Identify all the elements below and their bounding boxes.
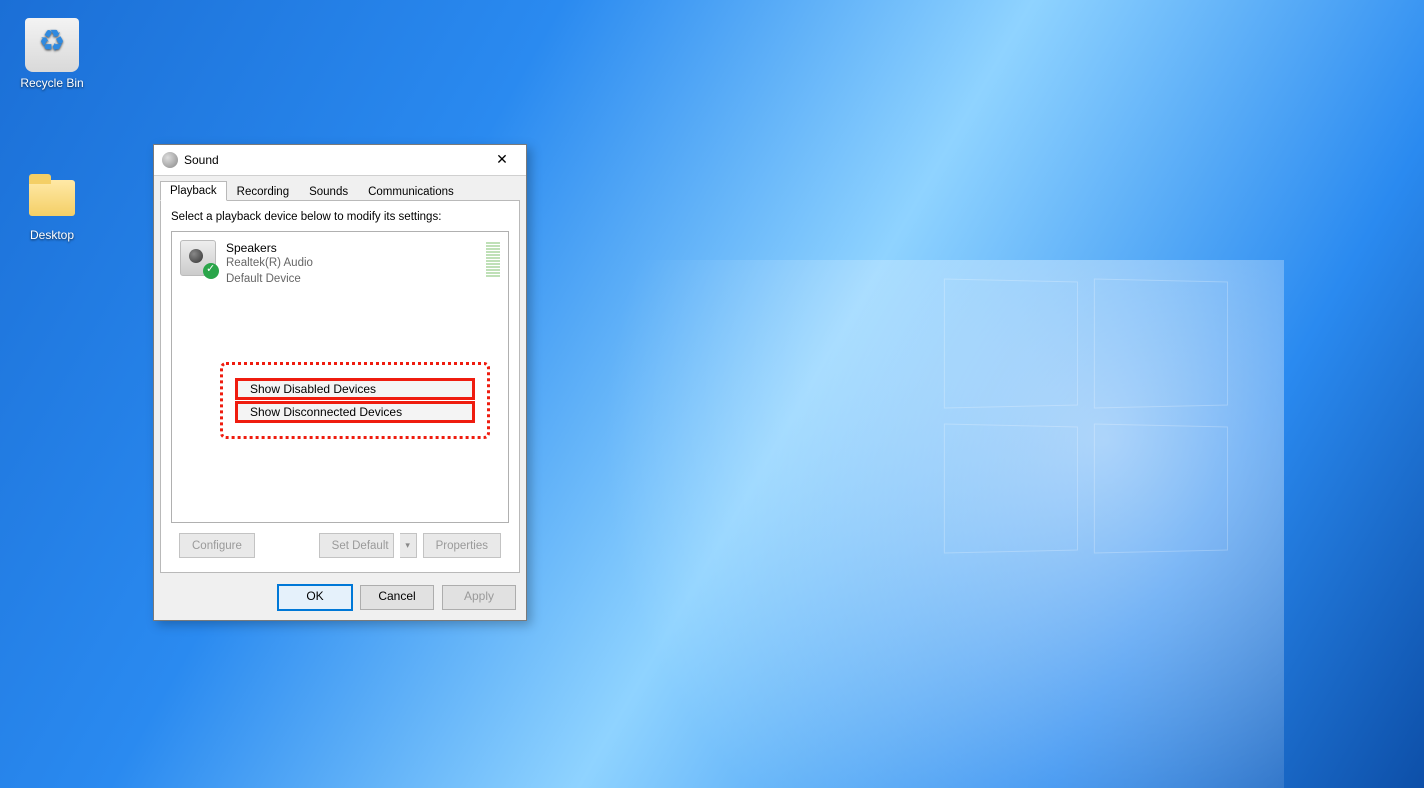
tab-playback[interactable]: Playback: [160, 181, 227, 201]
desktop-icon-label: Recycle Bin: [12, 76, 92, 90]
cancel-button[interactable]: Cancel: [360, 585, 434, 610]
desktop-icon-recycle-bin[interactable]: Recycle Bin: [12, 18, 92, 90]
device-speakers[interactable]: Speakers Realtek(R) Audio Default Device: [172, 232, 508, 295]
folder-icon: [25, 170, 79, 224]
instruction-text: Select a playback device below to modify…: [171, 211, 509, 223]
desktop-icon-label: Desktop: [12, 228, 92, 242]
playback-device-list[interactable]: Speakers Realtek(R) Audio Default Device…: [171, 231, 509, 523]
menu-show-disabled-devices[interactable]: Show Disabled Devices: [235, 378, 475, 400]
dialog-titlebar[interactable]: Sound ✕: [154, 145, 526, 176]
context-menu-highlight: Show Disabled Devices Show Disconnected …: [220, 362, 490, 439]
ok-button[interactable]: OK: [278, 585, 352, 610]
set-default-dropdown[interactable]: ▾: [400, 533, 417, 558]
device-driver: Realtek(R) Audio: [226, 256, 313, 272]
windows-logo-wallpaper: [944, 280, 1244, 580]
device-text: Speakers Realtek(R) Audio Default Device: [226, 240, 313, 287]
tab-recording[interactable]: Recording: [227, 182, 299, 201]
level-meter: [486, 242, 500, 277]
default-check-icon: [203, 263, 219, 279]
tab-sounds[interactable]: Sounds: [299, 182, 358, 201]
close-button[interactable]: ✕: [482, 148, 522, 172]
tab-communications[interactable]: Communications: [358, 182, 464, 201]
properties-button[interactable]: Properties: [423, 533, 501, 558]
sound-icon: [162, 152, 178, 168]
device-button-row: Configure Set Default▾ Properties: [171, 523, 509, 558]
dialog-button-row: OK Cancel Apply: [154, 573, 526, 620]
speaker-icon: [180, 240, 216, 276]
device-status: Default Device: [226, 272, 313, 288]
recycle-bin-icon: [25, 18, 79, 72]
configure-button[interactable]: Configure: [179, 533, 255, 558]
dialog-title: Sound: [184, 153, 482, 167]
desktop-background: Recycle Bin Desktop Sound ✕ Playback Rec…: [0, 0, 1424, 788]
menu-show-disconnected-devices[interactable]: Show Disconnected Devices: [235, 401, 475, 423]
sound-dialog: Sound ✕ Playback Recording Sounds Commun…: [153, 144, 527, 621]
device-name: Speakers: [226, 240, 313, 256]
tab-bar: Playback Recording Sounds Communications: [154, 176, 526, 200]
tab-content-playback: Select a playback device below to modify…: [160, 200, 520, 573]
apply-button[interactable]: Apply: [442, 585, 516, 610]
desktop-icon-desktop-folder[interactable]: Desktop: [12, 170, 92, 242]
set-default-button[interactable]: Set Default: [319, 533, 394, 558]
